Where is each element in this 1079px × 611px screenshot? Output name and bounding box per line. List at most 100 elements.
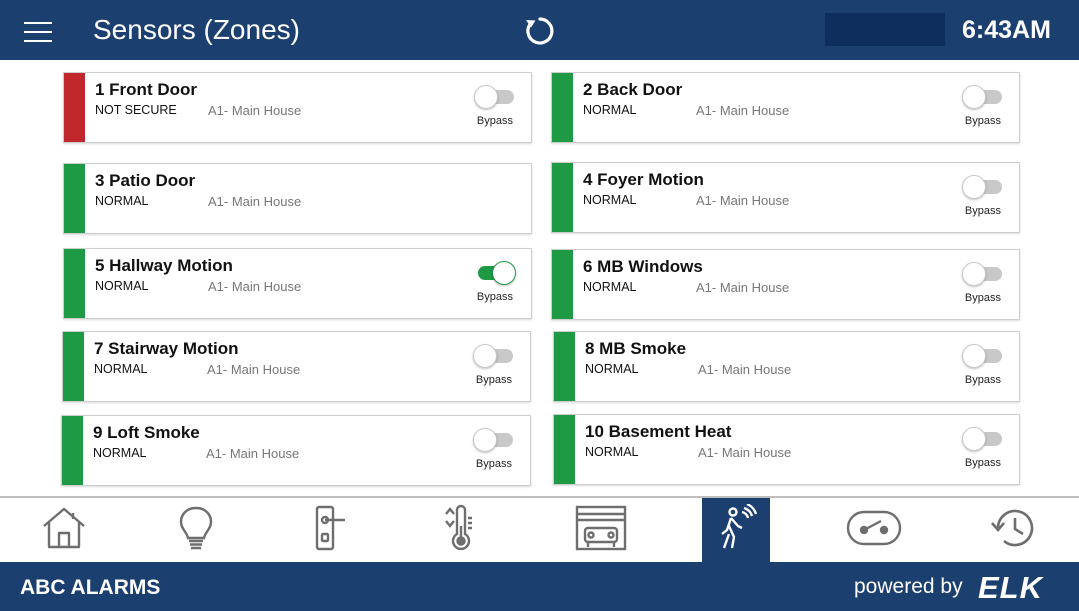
bypass-label: Bypass	[964, 115, 1001, 127]
toggle-knob	[473, 428, 497, 452]
zone-name: 7 Stairway Motion	[94, 339, 239, 358]
zone-status-indicator	[552, 163, 573, 232]
bypass-toggle[interactable]	[962, 426, 1004, 452]
zone-area: A1- Main House	[696, 193, 790, 208]
nav-home[interactable]	[30, 498, 98, 562]
zone-status: NORMAL	[94, 362, 148, 376]
nav-garage[interactable]	[567, 498, 635, 562]
toggle-knob	[962, 175, 986, 199]
bypass-label: Bypass	[475, 458, 512, 470]
zone-status-indicator	[63, 332, 84, 401]
zone-status: NORMAL	[583, 103, 637, 117]
toggle-knob	[962, 262, 986, 286]
zone-status-indicator	[554, 332, 575, 401]
zone-status-indicator	[64, 73, 85, 142]
bypass-label: Bypass	[964, 292, 1001, 304]
bypass-toggle[interactable]	[473, 427, 515, 453]
bypass-toggle[interactable]	[962, 174, 1004, 200]
zone-area: A1- Main House	[696, 103, 790, 118]
zone-card[interactable]: 1 Front Door NOT SECURE A1- Main House Bypa…	[63, 72, 532, 143]
nav-history[interactable]	[980, 498, 1048, 562]
zone-name: 10 Basement Heat	[585, 422, 732, 441]
zone-card[interactable]: 3 Patio Door NORMAL A1- Main House	[63, 163, 532, 234]
bypass-toggle[interactable]	[962, 261, 1004, 287]
zone-card[interactable]: 9 Loft Smoke NORMAL A1- Main House Bypass	[61, 415, 531, 486]
home-icon	[40, 504, 88, 557]
bypass-toggle[interactable]	[474, 84, 516, 110]
hamburger-menu-icon[interactable]	[24, 22, 52, 42]
bypass-label: Bypass	[964, 374, 1001, 386]
brand-name: ABC ALARMS	[20, 576, 161, 599]
zone-status: NORMAL	[95, 279, 149, 293]
zone-card[interactable]: 5 Hallway Motion NORMAL A1- Main House Bypa…	[63, 248, 532, 319]
toggle-knob	[962, 427, 986, 451]
thermostat-icon	[436, 504, 484, 557]
toggle-knob	[962, 344, 986, 368]
motion-sensor-icon	[712, 502, 760, 557]
clock-time: 6:43AM	[962, 16, 1051, 44]
zone-status-indicator	[64, 164, 85, 233]
zone-area: A1- Main House	[208, 194, 302, 209]
zone-status: NORMAL	[583, 193, 637, 207]
zone-area: A1- Main House	[208, 103, 302, 118]
zone-name: 5 Hallway Motion	[95, 256, 233, 275]
history-icon	[988, 504, 1040, 557]
elk-logo: ELK	[978, 570, 1043, 605]
door-lock-icon	[305, 504, 353, 557]
toggle-knob	[473, 344, 497, 368]
nav-switch[interactable]	[840, 498, 908, 562]
bypass-toggle[interactable]	[474, 260, 516, 286]
zone-name: 1 Front Door	[95, 80, 197, 99]
bypass-toggle[interactable]	[473, 343, 515, 369]
nav-lightbulb[interactable]	[162, 498, 230, 562]
zone-card[interactable]: 4 Foyer Motion NORMAL A1- Main House Bypass	[551, 162, 1020, 233]
zone-status-indicator	[64, 249, 85, 318]
bypass-label: Bypass	[476, 115, 513, 127]
header-bar: Sensors (Zones) 6:43AM	[0, 0, 1079, 60]
refresh-icon[interactable]	[521, 12, 559, 50]
zone-area: A1- Main House	[698, 362, 792, 377]
zone-status: NORMAL	[583, 280, 637, 294]
bypass-label: Bypass	[964, 457, 1001, 469]
zone-name: 6 MB Windows	[583, 257, 703, 276]
zone-card[interactable]: 2 Back Door NORMAL A1- Main House Bypass	[551, 72, 1020, 143]
zone-status-indicator	[552, 73, 573, 142]
bottom-nav-bar	[0, 498, 1079, 562]
bypass-label: Bypass	[476, 291, 513, 303]
zone-area: A1- Main House	[207, 362, 301, 377]
zone-status: NORMAL	[95, 194, 149, 208]
zone-area: A1- Main House	[698, 445, 792, 460]
switch-icon	[845, 504, 903, 557]
header-status-box	[825, 13, 945, 46]
zone-card[interactable]: 7 Stairway Motion NORMAL A1- Main House Byp…	[62, 331, 531, 402]
lightbulb-icon	[172, 504, 220, 557]
zone-card[interactable]: 8 MB Smoke NORMAL A1- Main House Bypass	[553, 331, 1020, 402]
toggle-knob	[962, 85, 986, 109]
zone-name: 9 Loft Smoke	[93, 423, 200, 442]
powered-by-text: powered by	[854, 575, 963, 598]
nav-motion-sensor[interactable]	[702, 498, 770, 562]
zone-name: 2 Back Door	[583, 80, 683, 99]
nav-thermostat[interactable]	[426, 498, 494, 562]
zone-status-indicator	[552, 250, 573, 319]
zone-status: NORMAL	[585, 362, 639, 376]
zone-status: NORMAL	[585, 445, 639, 459]
zone-area: A1- Main House	[208, 279, 302, 294]
toggle-knob	[474, 85, 498, 109]
zone-card[interactable]: 10 Basement Heat NORMAL A1- Main House Bypa…	[553, 414, 1020, 485]
zone-name: 8 MB Smoke	[585, 339, 687, 358]
footer-bar: ABC ALARMS powered by ELK	[0, 562, 1079, 611]
toggle-knob	[492, 261, 516, 285]
zone-name: 3 Patio Door	[95, 171, 196, 190]
zone-card[interactable]: 6 MB Windows NORMAL A1- Main House Bypass	[551, 249, 1020, 320]
bypass-toggle[interactable]	[962, 343, 1004, 369]
bypass-toggle[interactable]	[962, 84, 1004, 110]
bypass-label: Bypass	[964, 205, 1001, 217]
bypass-label: Bypass	[475, 374, 512, 386]
zone-status-indicator	[554, 415, 575, 484]
zone-name: 4 Foyer Motion	[583, 170, 704, 189]
nav-door-lock[interactable]	[295, 498, 363, 562]
zone-status-indicator	[62, 416, 83, 485]
garage-icon	[574, 504, 628, 557]
zone-area: A1- Main House	[206, 446, 300, 461]
